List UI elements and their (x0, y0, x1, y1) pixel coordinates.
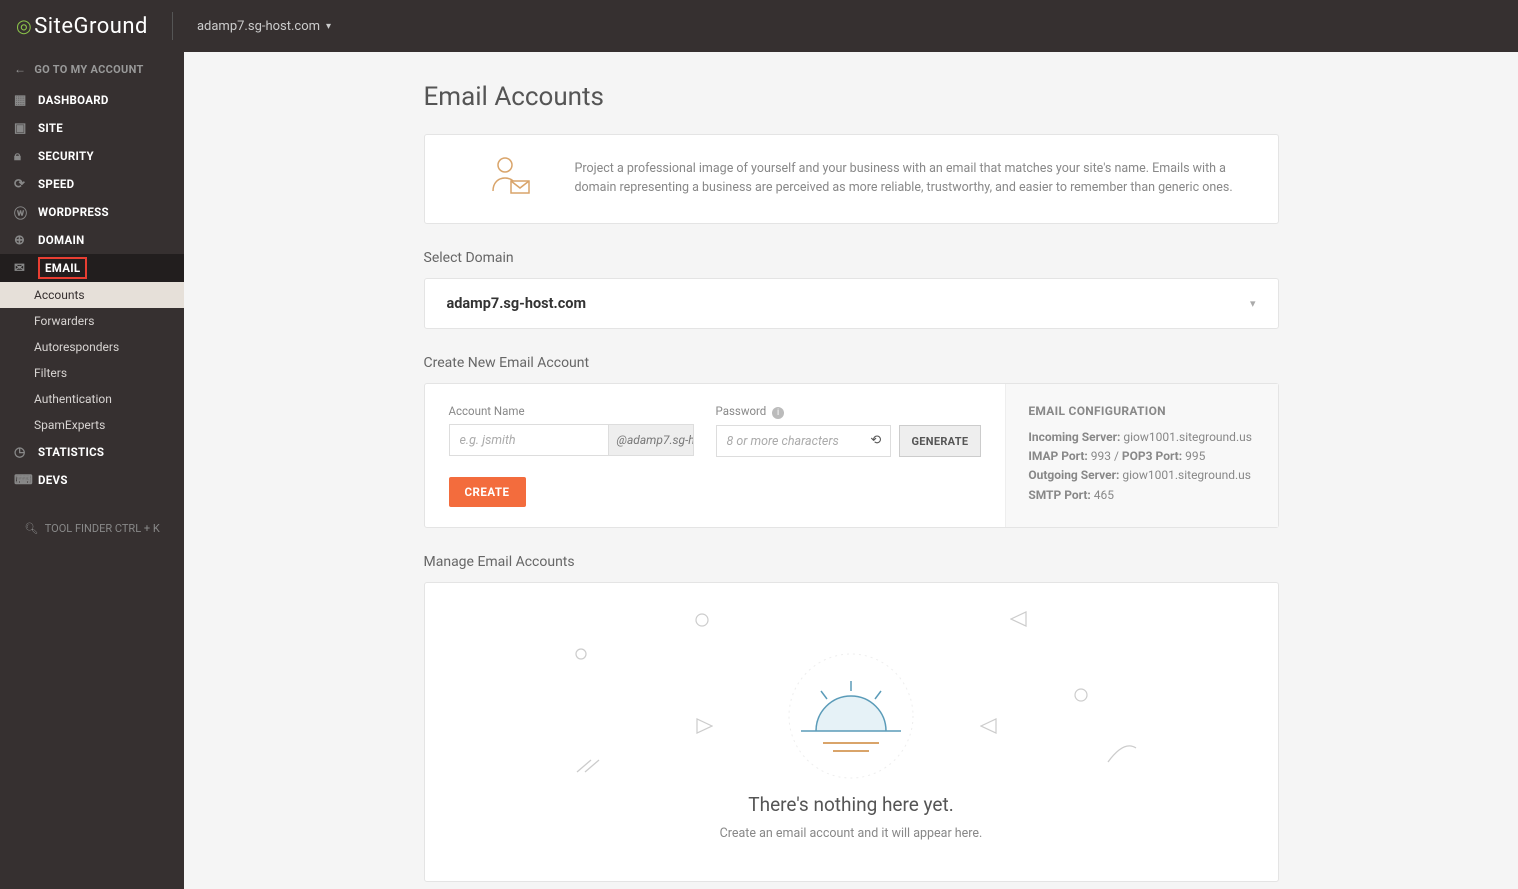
sidebar-item-wordpress[interactable]: ⓦ WORDPRESS (0, 198, 184, 226)
wordpress-icon: ⓦ (14, 203, 32, 222)
sidebar-item-security[interactable]: 🔒︎ SECURITY (0, 142, 184, 170)
empty-state-graphic (761, 651, 941, 785)
brand-name: SiteGround (34, 14, 148, 39)
info-text: Project a professional image of yourself… (575, 160, 1248, 198)
deco-lines (575, 758, 601, 774)
info-icon[interactable]: i (772, 407, 784, 419)
sidebar-sub-accounts[interactable]: Accounts (0, 282, 184, 308)
sidebar-sub-spamexperts[interactable]: SpamExperts (0, 412, 184, 438)
empty-state-subtitle: Create an email account and it will appe… (465, 826, 1238, 841)
deco-triangle (695, 718, 713, 734)
dashboard-icon: ▦ (14, 93, 32, 108)
email-config-panel: EMAIL CONFIGURATION Incoming Server: gio… (1005, 384, 1277, 527)
config-outgoing: Outgoing Server: giow1001.siteground.us (1028, 466, 1255, 485)
domain-select-dropdown[interactable]: adamp7.sg-host.com ▾ (424, 278, 1279, 329)
arrow-left-icon: ← (14, 62, 26, 76)
sidebar-item-devs[interactable]: ⌨ DEVS (0, 466, 184, 494)
account-name-input[interactable] (449, 424, 609, 456)
sidebar-sub-forwarders[interactable]: Forwarders (0, 308, 184, 334)
brand-logo: ◎ SiteGround (16, 14, 148, 39)
sidebar: ← GO TO MY ACCOUNT ▦ DASHBOARD ▣ SITE 🔒︎… (0, 52, 184, 889)
stats-icon: ◷ (14, 445, 32, 460)
deco-swoosh (1106, 738, 1138, 764)
empty-state-title: There's nothing here yet. (465, 793, 1238, 816)
logo-icon: ◎ (16, 16, 32, 37)
config-title: EMAIL CONFIGURATION (1028, 404, 1255, 418)
back-to-account-link[interactable]: ← GO TO MY ACCOUNT (0, 52, 184, 86)
nav-label: DEVS (38, 473, 68, 487)
refresh-icon[interactable]: ⟲ (870, 433, 881, 448)
nav-label: SPEED (38, 177, 74, 191)
account-name-label: Account Name (449, 404, 694, 418)
account-domain-addon: @adamp7.sg-h... (609, 424, 694, 456)
info-card: Project a professional image of yourself… (424, 134, 1279, 224)
generate-button[interactable]: GENERATE (899, 425, 982, 457)
domain-dropdown[interactable]: adamp7.sg-host.com ▾ (197, 19, 331, 34)
devs-icon: ⌨ (14, 473, 32, 488)
create-form: Account Name @adamp7.sg-h... Password i (425, 384, 1006, 527)
chevron-down-icon: ▾ (1250, 297, 1256, 310)
nav-label: SITE (38, 121, 63, 135)
config-incoming: Incoming Server: giow1001.siteground.us (1028, 428, 1255, 447)
deco-triangle (980, 718, 998, 734)
search-icon: 🔍︎ (24, 522, 38, 535)
nav-label: DOMAIN (38, 233, 85, 247)
sidebar-item-statistics[interactable]: ◷ STATISTICS (0, 438, 184, 466)
account-name-field: Account Name @adamp7.sg-h... (449, 404, 694, 457)
lock-icon: 🔒︎ (14, 149, 32, 164)
mail-icon: ✉ (14, 261, 32, 276)
main-content: Email Accounts Project a professional im… (184, 52, 1518, 889)
sidebar-item-site[interactable]: ▣ SITE (0, 114, 184, 142)
nav-label: DASHBOARD (38, 93, 109, 107)
nav-label: WORDPRESS (38, 205, 109, 219)
deco-circle (575, 648, 587, 660)
page-title: Email Accounts (424, 82, 1279, 112)
create-email-card: Account Name @adamp7.sg-h... Password i (424, 383, 1279, 528)
nav-label: SECURITY (38, 149, 94, 163)
config-smtp: SMTP Port: 465 (1028, 486, 1255, 505)
site-icon: ▣ (14, 121, 32, 136)
password-input[interactable] (716, 425, 891, 457)
sidebar-sub-authentication[interactable]: Authentication (0, 386, 184, 412)
email-user-icon (485, 153, 545, 205)
create-section-label: Create New Email Account (424, 355, 1279, 371)
domain-dropdown-label: adamp7.sg-host.com (197, 19, 320, 34)
globe-icon: ⊕ (14, 233, 32, 248)
sidebar-sub-autoresponders[interactable]: Autoresponders (0, 334, 184, 360)
manage-email-card: There's nothing here yet. Create an emai… (424, 582, 1279, 882)
manage-section-label: Manage Email Accounts (424, 554, 1279, 570)
chevron-down-icon: ▾ (326, 21, 331, 32)
tool-finder-link[interactable]: 🔍︎ TOOL FINDER CTRL + K (0, 522, 184, 535)
top-bar: ◎ SiteGround adamp7.sg-host.com ▾ (0, 0, 1518, 52)
password-label: Password i (716, 404, 982, 419)
sidebar-sub-filters[interactable]: Filters (0, 360, 184, 386)
password-field: Password i ⟲ GENERATE (716, 404, 982, 457)
sidebar-item-domain[interactable]: ⊕ DOMAIN (0, 226, 184, 254)
sidebar-item-speed[interactable]: ⟳ SPEED (0, 170, 184, 198)
divider (172, 12, 173, 40)
deco-circle (695, 613, 709, 627)
deco-triangle (1010, 611, 1028, 627)
nav-label: EMAIL (38, 257, 87, 279)
sidebar-item-dashboard[interactable]: ▦ DASHBOARD (0, 86, 184, 114)
deco-circle (1074, 688, 1088, 702)
config-ports: IMAP Port: 993 / POP3 Port: 995 (1028, 447, 1255, 466)
tool-finder-label: TOOL FINDER CTRL + K (45, 522, 160, 535)
selected-domain-value: adamp7.sg-host.com (447, 295, 587, 312)
back-link-label: GO TO MY ACCOUNT (34, 63, 143, 76)
sidebar-item-email[interactable]: ✉ EMAIL (0, 254, 184, 282)
select-domain-label: Select Domain (424, 250, 1279, 266)
create-button[interactable]: CREATE (449, 477, 526, 507)
speed-icon: ⟳ (14, 177, 32, 192)
nav-label: STATISTICS (38, 445, 104, 459)
